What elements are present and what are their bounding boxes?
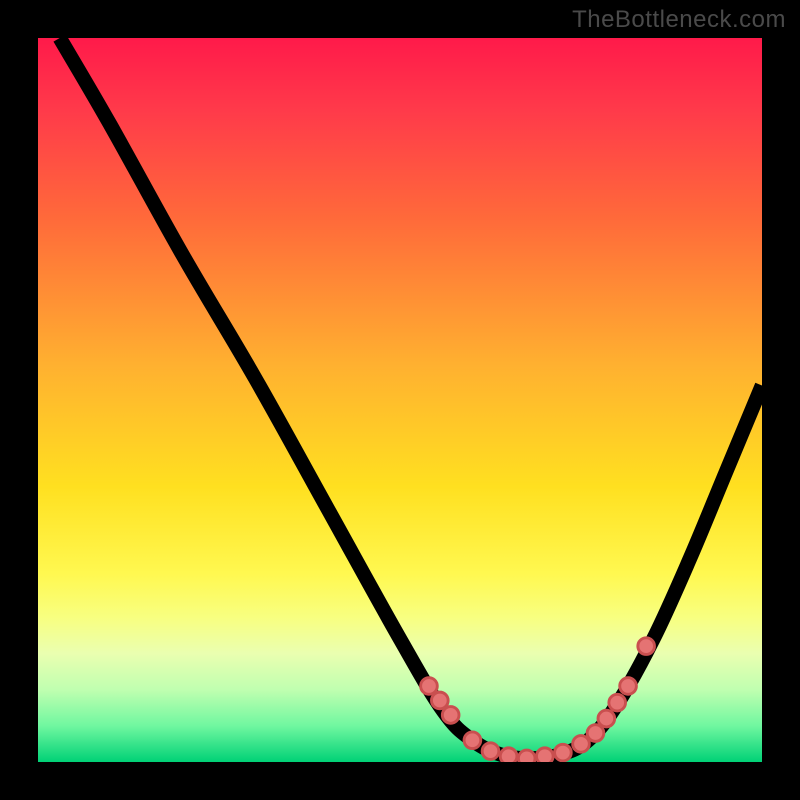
highlight-dot [620,678,637,695]
highlight-dot [573,736,590,753]
highlight-dot [431,692,448,709]
highlight-dot [609,694,626,711]
highlight-dot [536,748,553,762]
chart-area [38,38,762,762]
highlight-dot [518,750,535,762]
chart-svg [38,38,762,762]
highlight-dot [482,743,499,760]
highlight-dot [638,638,655,655]
highlight-dot [500,748,517,762]
highlight-dot [587,725,604,742]
highlight-dot [442,707,459,724]
highlight-dot [555,744,572,761]
highlight-dot [598,710,615,727]
highlight-dots-group [421,638,655,762]
watermark-text: TheBottleneck.com [572,6,786,34]
highlight-dot [464,732,481,749]
bottleneck-curve [60,38,762,758]
highlight-dot [421,678,438,695]
